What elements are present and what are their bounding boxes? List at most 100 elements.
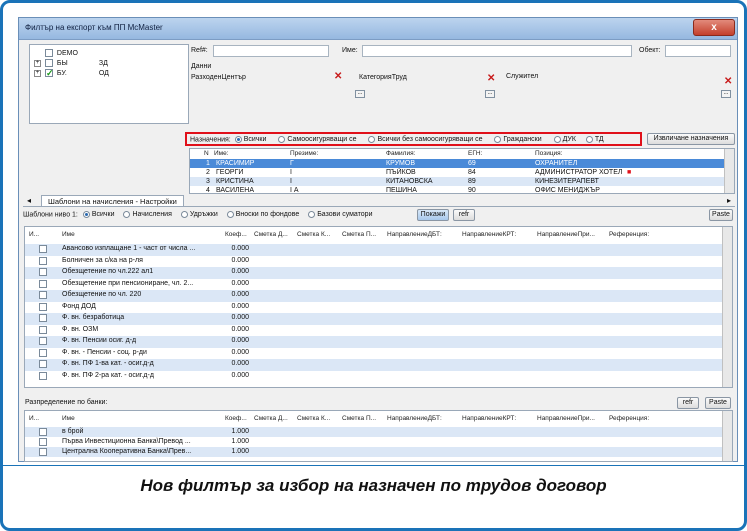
banks-grid: И... Име Коеф... Сметка Д... Сметка К...… [24,410,733,462]
row-coef: 0.000 [231,245,249,252]
tree-checkbox[interactable] [44,59,53,67]
row-checkbox[interactable] [39,314,47,323]
tab-scroll-right-icon[interactable]: ▸ [727,196,731,205]
banks-refr-button[interactable]: refr [677,397,699,409]
row-checkbox[interactable] [39,448,47,457]
row-checkbox[interactable] [39,268,47,277]
tree-item[interactable]: + ✓ БУ. ОД [34,69,109,79]
expand-icon[interactable]: + [34,69,41,77]
object-label: Обект: [639,47,661,54]
row-checkbox[interactable] [39,245,47,254]
name-label: Име: [342,47,358,54]
row-checkbox[interactable] [39,291,47,300]
table-row[interactable]: Ф. вн. Пенсии осиг. д-д 0.000 [25,336,724,348]
row-name: Ф. вн. - Пенсии - соц. р-ди [62,348,147,356]
refn-field[interactable] [213,45,329,57]
row-name: Обезщетение по чл. 220 [62,291,142,298]
row-coef: 0.000 [231,360,249,367]
tree-item-name: ОД [98,69,109,77]
row-coef: 0.000 [231,314,249,321]
row-checkbox[interactable] [39,279,47,289]
row-checkbox[interactable] [39,337,47,346]
employee-row[interactable]: 3 КРИСТИНА І КИТАНОВСКА 89 КИНЕЗИТЕРАПЕВ… [190,177,726,186]
tree-item-code: DEMO [56,49,78,57]
table-row[interactable]: Ф. вн. - Пенсии - соц. р-ди 0.000 [25,347,724,359]
row-checkbox[interactable] [39,438,47,447]
row-coef: 1.000 [231,448,249,455]
row-checkbox[interactable] [39,428,47,437]
tree-checkbox-checked[interactable]: ✓ [44,69,54,78]
row-coef: 1.000 [231,438,249,445]
row-checkbox[interactable] [39,302,47,312]
table-row[interactable]: Фонд ДОД 0.000 [25,301,724,313]
row-checkbox[interactable] [39,371,47,381]
banks-paste-button[interactable]: Paste [705,397,731,409]
clear-cost-center-icon[interactable]: ✕ [334,71,342,82]
radio-fund-contributions[interactable]: Вноски по фондове [226,211,299,218]
row-coef: 0.000 [231,256,249,264]
row-coef: 0.000 [231,325,249,333]
radio-icon [123,211,131,218]
col-header: Позиция: [535,150,563,157]
cost-center-dots-button[interactable]: ... [355,90,365,98]
templates-grid: И... Име Коеф... Сметка Д... Сметка К...… [24,226,733,388]
row-coef: 0.000 [231,291,249,298]
templates-scrollbar[interactable] [722,227,732,387]
employee-row[interactable]: 1 КРАСИМИР Г КРУМОВ 69 ОХРАНИТЕЛ [190,159,726,168]
employees-scrollbar[interactable] [724,149,734,193]
radio-accruals[interactable]: Начисления [123,211,172,218]
table-row[interactable]: Обезщетение при пенсиониране, чл. 2... 0.… [25,278,724,290]
banks-label: Разпределение по банки: [25,399,108,406]
employees-grid: N Име: Презиме: Фамилия: ЕГН: Позиция: 1… [189,148,735,194]
row-checkbox[interactable] [39,256,47,266]
row-checkbox[interactable] [39,348,47,358]
employee-row[interactable]: 4 ВАСИЛЕНА І А ПЕШИНА 90 ОФИС МЕНИДЖЪР [190,186,726,193]
templates-refr-button[interactable]: refr [453,209,475,221]
row-checkbox[interactable] [39,325,47,335]
clear-category-icon[interactable]: ✕ [487,73,495,84]
category-dots-button[interactable]: ... [485,90,495,98]
table-row[interactable]: Болничен за с/ка на р-ля 0.000 [25,255,724,267]
row-checkbox[interactable] [39,360,47,369]
table-row[interactable]: Ф. вн. ОЗМ 0.000 [25,324,724,336]
table-row[interactable]: Централна Кооперативна Банка\Прев... 1.00… [25,447,724,457]
clear-employee-icon[interactable]: ✕ [724,76,732,87]
table-row[interactable]: Ф. вн. ПФ 1-ва кат. - осиг.д-д 0.000 [25,359,724,371]
tab-scroll-left-icon[interactable]: ◂ [27,196,31,205]
row-coef: 0.000 [231,268,249,275]
employee-dots-button[interactable]: ... [721,90,731,98]
templates-radio-group: Шаблони ниво 1: Всички Начисления Удръжк… [23,211,373,218]
row-coef: 0.000 [231,302,249,310]
tree-checkbox[interactable] [44,49,53,57]
tree-item[interactable]: DEMO [34,49,78,59]
tab-divider [23,206,735,207]
highlight-box [185,132,642,146]
radio-icon [180,211,188,218]
row-name: в брой [62,428,84,435]
banks-scrollbar[interactable] [722,411,732,461]
extract-assignments-button[interactable]: Извличане назначения [647,133,735,145]
category-label: КатегорияТруд [359,74,407,81]
radio-base-summators[interactable]: Базови суматори [308,211,373,218]
radio-all[interactable]: Всички [82,211,115,218]
table-row[interactable]: в брой 1.000 [25,427,724,437]
company-tree[interactable]: DEMO + БЫ ЗД + ✓ БУ. ОД [29,44,189,124]
object-field[interactable] [665,45,731,57]
close-button[interactable]: x [693,19,735,36]
table-row[interactable]: Обезщетение по чл.222 ал1 0.000 [25,267,724,279]
cost-center-label: РазходенЦентър [191,74,246,81]
name-field[interactable] [362,45,632,57]
table-row[interactable]: Ф. вн. безработица 0.000 [25,313,724,325]
table-row[interactable]: Първа Инвестиционна Банка\Превод ... 1.00… [25,437,724,447]
radio-deductions[interactable]: Удръжки [180,211,218,218]
templates-level-label: Шаблони ниво 1: [23,211,78,219]
table-row[interactable]: Ф. вн. ПФ 2-ра кат. - осиг.д-д 0.000 [25,370,724,382]
table-row[interactable]: Обезщетение по чл. 220 0.000 [25,290,724,302]
show-button[interactable]: Покажи [417,209,449,221]
expand-icon[interactable]: + [34,59,41,67]
row-name: Ф. вн. ПФ 2-ра кат. - осиг.д-д [62,371,154,379]
templates-paste-button[interactable]: Paste [709,209,733,221]
row-name: Фонд ДОД [62,302,96,310]
table-row[interactable]: Авансово изплащане 1 - част от числа ...… [25,244,724,256]
employee-row[interactable]: 2 ГЕОРГИ І ПЪЙКОВ 84 АДМИНИСТРАТОР ХОТЕЛ… [190,168,726,177]
